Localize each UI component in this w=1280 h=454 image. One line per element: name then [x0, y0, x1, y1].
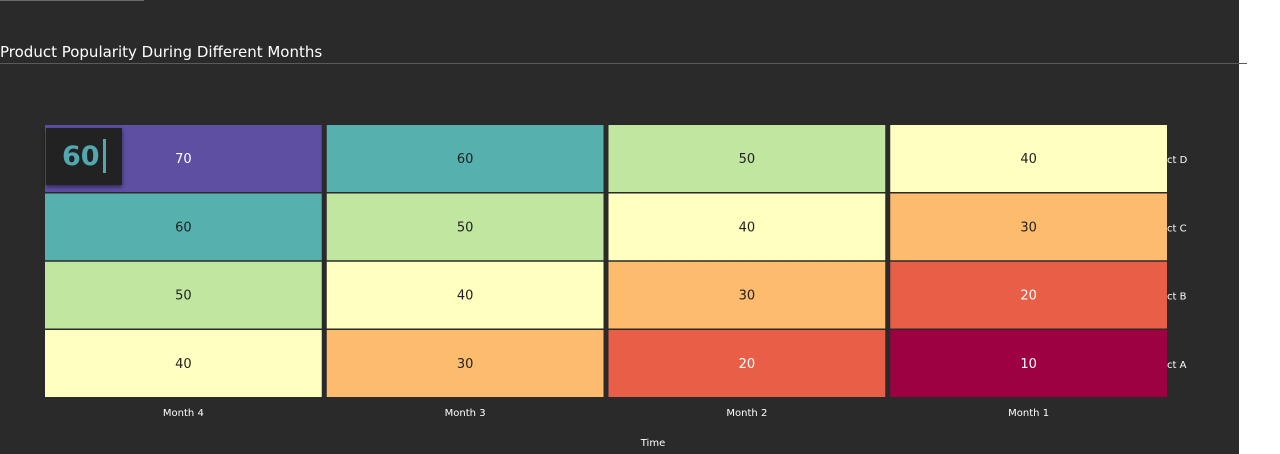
cell-value-label: 30 — [457, 357, 474, 372]
cell-value-label: 30 — [1020, 220, 1037, 235]
cell-value-label: 40 — [739, 220, 756, 235]
cell-value-label: 30 — [739, 289, 756, 304]
x-tick-label: Month 3 — [445, 408, 486, 419]
cell-value-label: 60 — [175, 220, 192, 235]
cell-value-label: 10 — [1020, 357, 1037, 372]
tooltip-cursor-bar — [103, 139, 106, 173]
cell-value-label: 50 — [457, 220, 474, 235]
cell-value-label: 60 — [457, 152, 474, 167]
cell-value-label: 20 — [739, 357, 756, 372]
y-tick-label: ct D — [1167, 155, 1188, 166]
cell-value-label: 50 — [175, 289, 192, 304]
value-tooltip: 60 — [46, 128, 122, 185]
cell-value-label: 40 — [1020, 152, 1037, 167]
y-tick-label: ct B — [1167, 292, 1187, 303]
tooltip-value: 60 — [62, 141, 100, 172]
cell-value-label: 70 — [175, 152, 192, 167]
cell-value-label: 40 — [175, 357, 192, 372]
x-tick-label: Month 4 — [163, 408, 204, 419]
cell-value-label: 50 — [739, 152, 756, 167]
heatmap-chart: 70 60 50 40 60 50 40 30 50 40 30 20 40 30 20 10 Month 4 M… — [45, 125, 1188, 449]
cell-value-label: 20 — [1020, 289, 1037, 304]
x-axis-title: Time — [640, 438, 665, 449]
y-tick-label: ct A — [1167, 360, 1187, 371]
x-tick-label: Month 2 — [726, 408, 767, 419]
y-tick-label: ct C — [1167, 223, 1187, 234]
cell-value-label: 40 — [457, 289, 474, 304]
x-tick-label: Month 1 — [1008, 408, 1049, 419]
